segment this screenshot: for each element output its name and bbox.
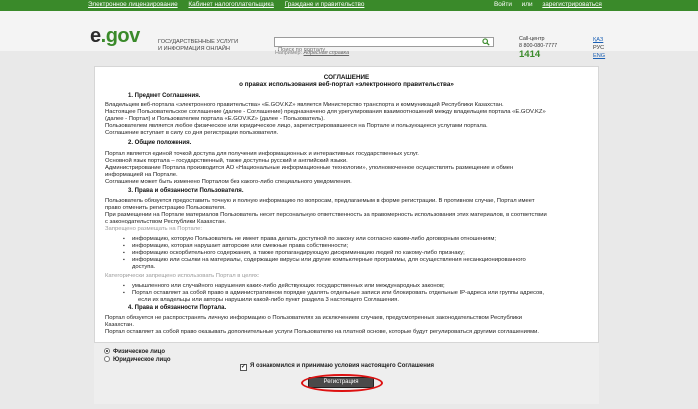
paragraph-line: Основной язык портала – государственный,… <box>105 158 348 164</box>
lang-rus[interactable]: РУС <box>593 44 605 52</box>
list-item-continuation: доступа. <box>132 264 156 270</box>
radio-physical-person[interactable]: Физическое лицо <box>104 348 165 355</box>
agree-label: Я ознакомился и принимаю условия настоящ… <box>250 363 435 369</box>
lang-eng[interactable]: ENG <box>593 52 605 60</box>
agree-checkbox-row[interactable]: ✓ Я ознакомился и принимаю условия настоя… <box>240 363 434 371</box>
top-navigation-bar: Электронное лицензирование Кабинет налог… <box>0 0 698 11</box>
paragraph-line: (далее - Портал) и Пользователем портала… <box>105 116 325 122</box>
paragraph-line: право отменить регистрацию Пользователя. <box>105 205 226 211</box>
section-3-heading: 3. Права и обязанности Пользователя. <box>128 188 244 194</box>
egov-logo[interactable]: e.gov <box>90 25 140 48</box>
radio-legal-label: Юридическое лицо <box>113 357 171 363</box>
search-hint: Например: Адресная справка <box>275 50 349 56</box>
paragraph-line: Портал обязуется не распространять личну… <box>105 315 522 321</box>
lang-kaz[interactable]: ҚАЗ <box>593 36 605 44</box>
paragraph-line: Портал оставляет за собой право оказыват… <box>105 329 539 335</box>
link-citizens-government[interactable]: Граждане и правительство <box>285 1 365 8</box>
registration-form: Физическое лицо Юридическое лицо ✓ Я озна… <box>94 342 599 404</box>
list-item: умышленного или случайного нарушения как… <box>123 283 445 290</box>
link-e-licensing[interactable]: Электронное лицензирование <box>88 1 178 8</box>
search-box <box>274 37 494 54</box>
register-link[interactable]: зарегистрироваться <box>542 1 602 8</box>
call-center: Call-центр 8 800-080-7777 1414 <box>519 36 557 60</box>
logo-e: e <box>90 25 101 47</box>
paragraph-line: Администрирование Портала производится А… <box>105 165 514 171</box>
paragraph-line: Пользователь обязуется предоставить точн… <box>105 198 535 204</box>
list-item: Портал оставляет за собой право в админи… <box>123 290 544 297</box>
logo-gov: gov <box>105 25 141 47</box>
paragraph-line: с законодательством Республики Казахстан… <box>105 219 227 225</box>
paragraph-line: При размещении на Портале материалов Пол… <box>105 212 547 218</box>
search-icon[interactable] <box>482 38 490 46</box>
list-item: информацию оскорбительного содержания, а… <box>123 250 465 257</box>
paragraph-line: Настоящее Пользовательское соглашение (д… <box>105 109 546 115</box>
forbidden-heading-2: Категорически запрещено использовать Пор… <box>105 273 260 279</box>
highlight-oval <box>301 374 383 392</box>
tagline-line-2: И ИНФОРМАЦИЯ ОНЛАЙН <box>158 46 230 52</box>
top-links: Электронное лицензирование Кабинет налог… <box>88 1 373 8</box>
hint-prefix: Например: <box>275 50 304 56</box>
section-2-heading: 2. Общие положения. <box>128 140 192 146</box>
paragraph-line: Соглашение вступает в силу со дня регист… <box>105 130 279 136</box>
paragraph-line: Пользователем является любое физическое … <box>105 123 488 129</box>
paragraph-line: Казахстан. <box>105 322 135 328</box>
auth-links: Войти или зарегистрироваться <box>494 1 610 8</box>
list-item: информацию, которую Пользователь не имее… <box>123 236 496 243</box>
section-1-heading: 1. Предмет Соглашения. <box>128 93 201 99</box>
link-taxpayer-cabinet[interactable]: Кабинет налогоплательщика <box>188 1 273 8</box>
paragraph-line: информацией на Портале. <box>105 172 178 178</box>
language-switcher: ҚАЗ РУС ENG <box>593 36 605 60</box>
callcenter-short-number: 1414 <box>519 49 541 60</box>
paragraph-line: Соглашение может быть изменено Порталом … <box>105 179 352 185</box>
section-4-heading: 4. Права и обязанности Портала. <box>128 305 227 311</box>
radio-legal-entity[interactable]: Юридическое лицо <box>104 356 171 363</box>
agree-checkbox[interactable]: ✓ <box>240 364 247 371</box>
list-item-continuation: если их владельцы или авторы нарушили ка… <box>138 297 399 303</box>
radio-physical-label: Физическое лицо <box>113 349 166 355</box>
or-text: или <box>521 1 533 8</box>
paragraph-line: Владельцем веб-портала «электронного пра… <box>105 102 504 108</box>
tagline-line-1: ГОСУДАРСТВЕННЫЕ УСЛУГИ <box>158 39 239 45</box>
paragraph-line: Портал является единой точкой доступа дл… <box>105 151 419 157</box>
site-header: e.gov ГОСУДАРСТВЕННЫЕ УСЛУГИ И ИНФОРМАЦИ… <box>0 11 698 60</box>
hint-example-link[interactable]: Адресная справка <box>304 50 350 56</box>
site-tagline: ГОСУДАРСТВЕННЫЕ УСЛУГИ И ИНФОРМАЦИЯ ОНЛА… <box>158 39 238 53</box>
login-link[interactable]: Войти <box>494 1 512 8</box>
agreement-subtitle: о правах использования веб-портал «элект… <box>239 81 454 88</box>
radio-unselected-icon[interactable] <box>104 356 110 362</box>
forbidden-heading-1: Запрещено размещать на Портале: <box>105 226 203 232</box>
callcenter-label: Call-центр <box>519 36 545 42</box>
list-item: информацию, которая нарушает авторские и… <box>123 243 348 250</box>
radio-selected-icon[interactable] <box>104 348 110 354</box>
agreement-title: СОГЛАШЕНИЕ <box>323 74 370 81</box>
list-item: информацию или ссылки на материалы, соде… <box>123 257 526 264</box>
